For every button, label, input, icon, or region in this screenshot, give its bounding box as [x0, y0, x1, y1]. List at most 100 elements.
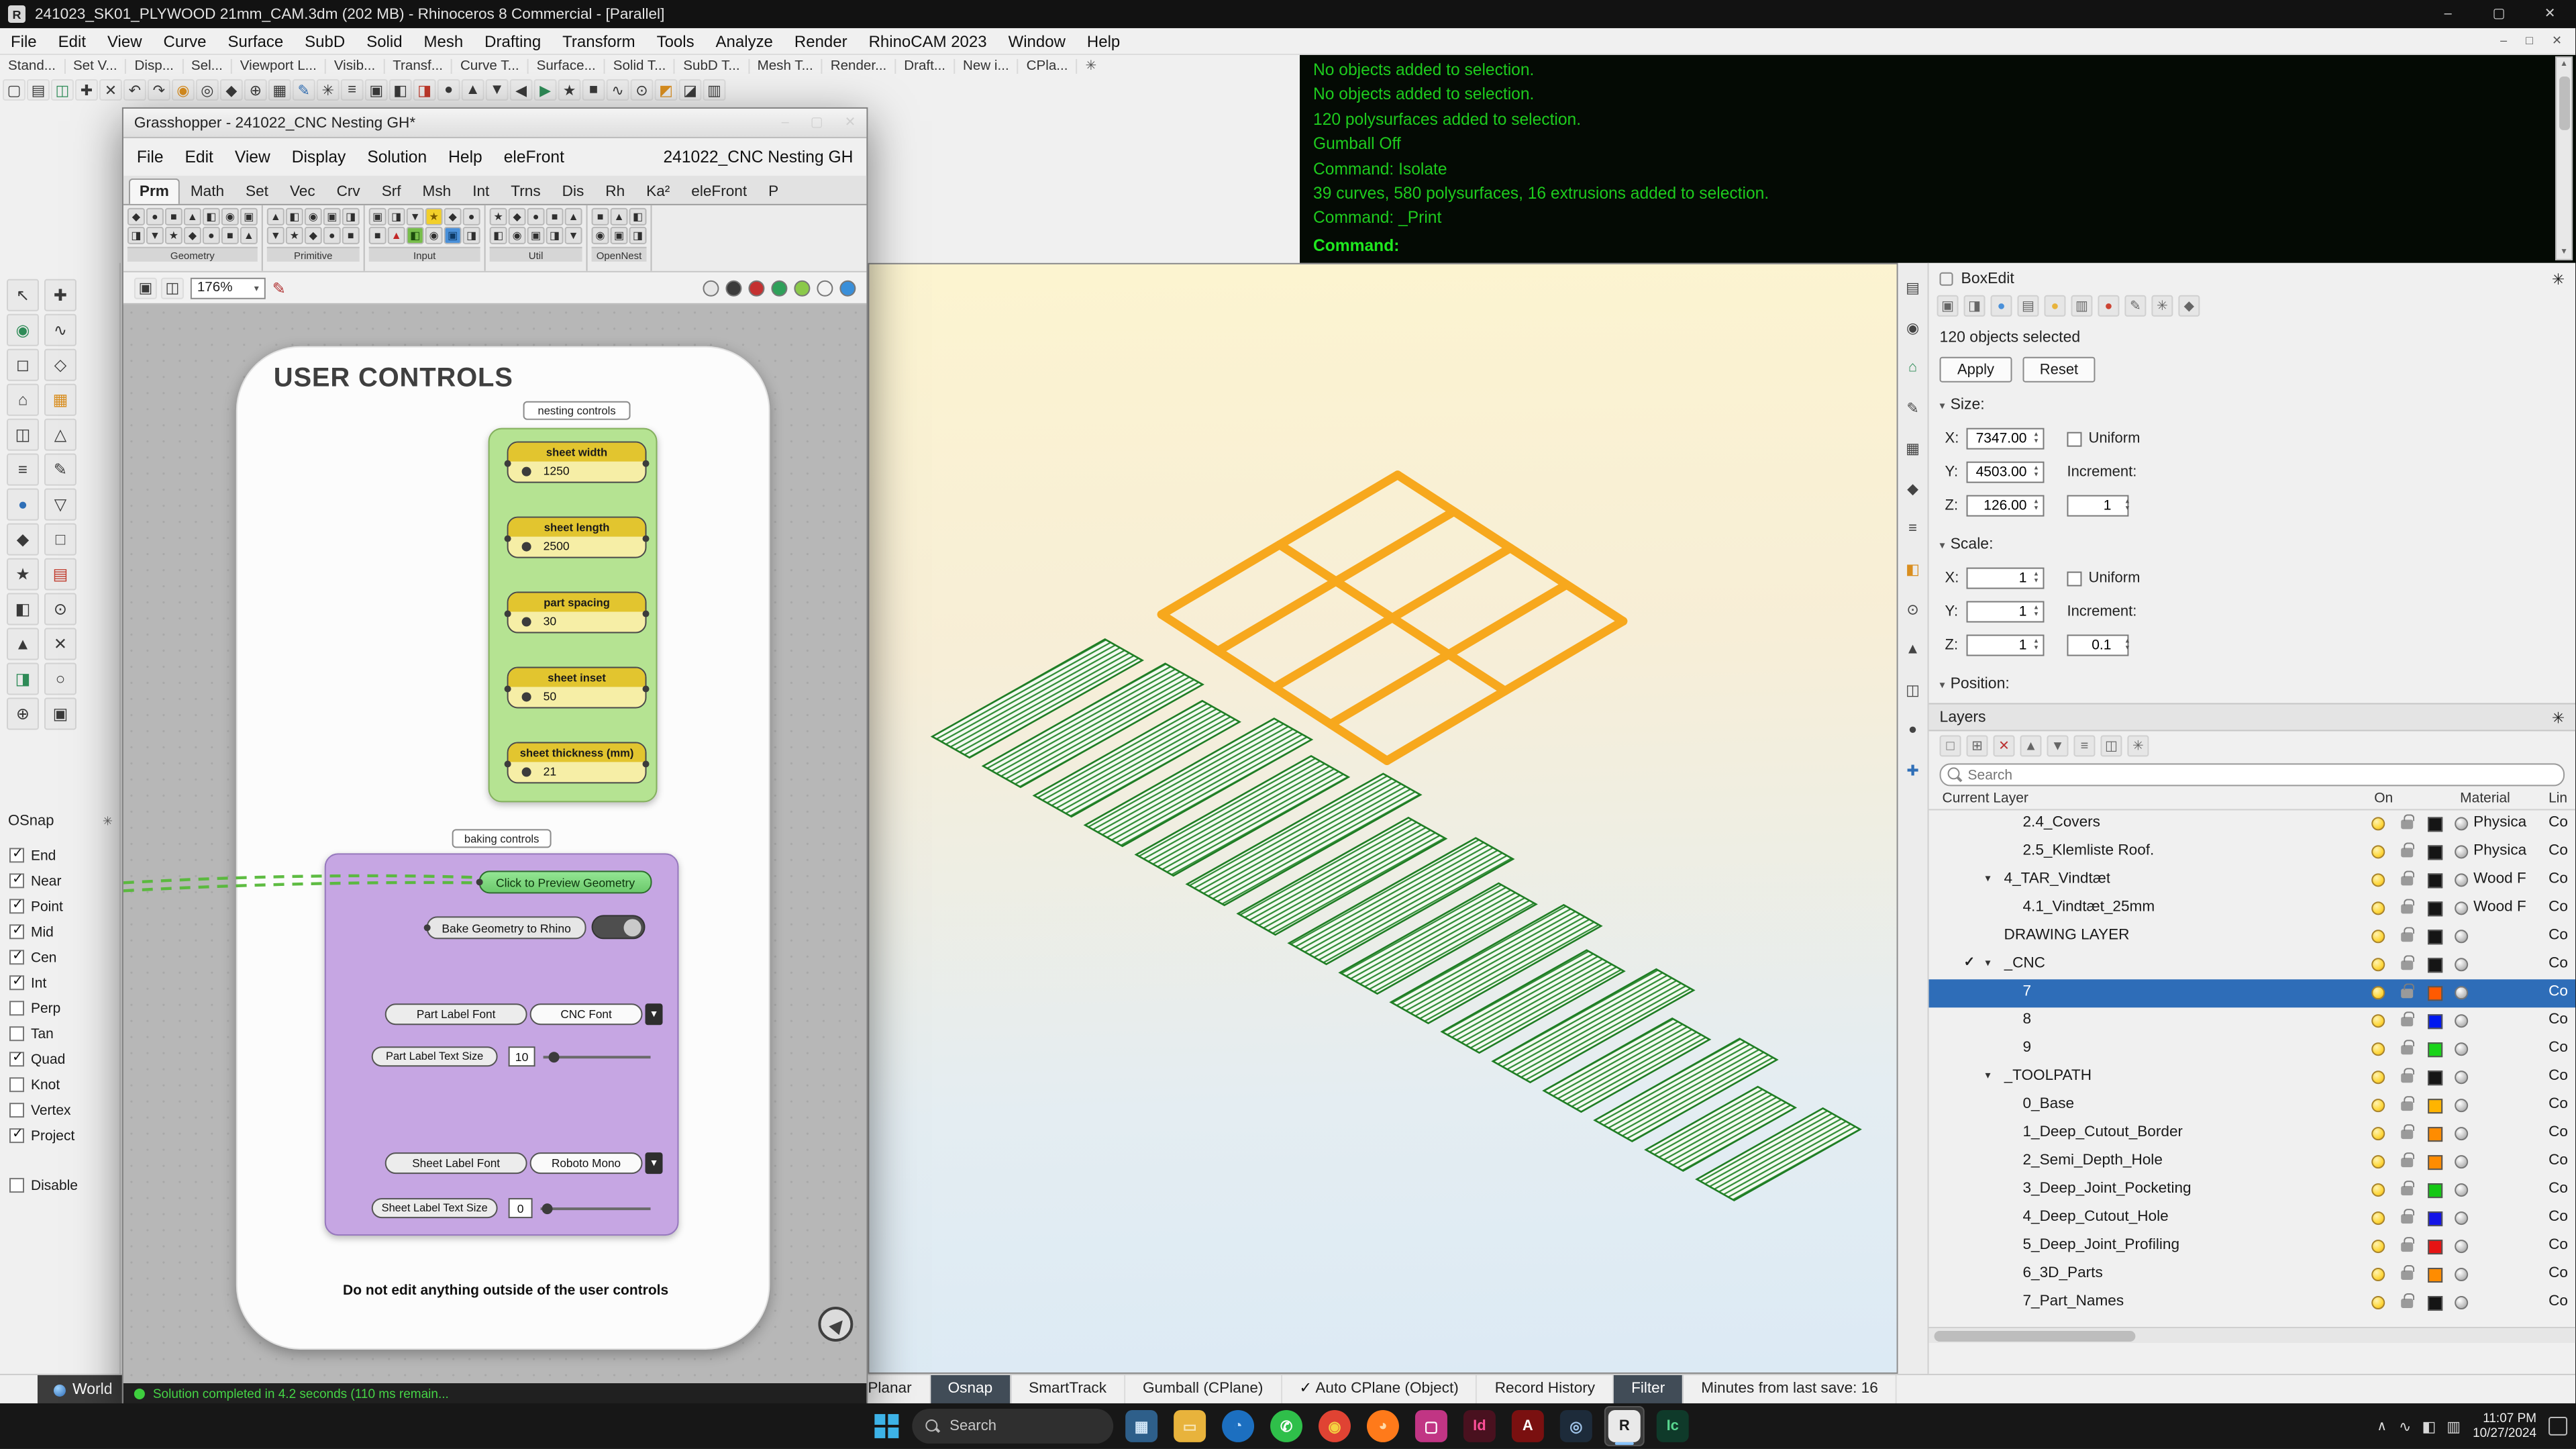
component-icon[interactable]: ◨ — [127, 227, 145, 244]
toolbar-icon[interactable]: ⊕ — [244, 79, 267, 101]
layers-tool-icon[interactable]: ≡ — [2073, 735, 2095, 756]
layer-lock-icon[interactable] — [2401, 1270, 2413, 1280]
bake-geometry-button[interactable]: Bake Geometry to Rhino — [427, 916, 586, 939]
toolbar-icon[interactable]: ≡ — [1902, 518, 1924, 540]
layer-color-swatch[interactable] — [2428, 817, 2442, 832]
palette-group-label[interactable]: Util — [490, 247, 582, 262]
component-icon[interactable]: ● — [146, 208, 164, 226]
component-icon[interactable]: ◨ — [388, 208, 405, 226]
gh-menu-item[interactable]: File — [137, 148, 164, 166]
bake-toggle[interactable] — [592, 915, 646, 939]
layer-material-icon[interactable] — [2455, 1155, 2468, 1168]
osnap-option[interactable]: Point — [0, 893, 121, 919]
osnap-option[interactable]: Knot — [0, 1072, 121, 1097]
sketch-pen-icon[interactable]: ✎ — [272, 279, 286, 297]
status-bar-item[interactable]: SmartTrack — [1011, 1375, 1125, 1405]
panel-tab-icon[interactable]: ▣ — [1937, 295, 1959, 317]
expand-arrow-icon[interactable] — [1986, 872, 1991, 884]
toolbar-tab[interactable]: Solid T... — [605, 59, 676, 74]
layer-on-bulb-icon[interactable] — [2371, 958, 2385, 971]
gh-category-tab[interactable]: Rh — [595, 179, 635, 204]
layer-row[interactable]: 4_TAR_Vindtæt Wood F Co — [1929, 866, 2576, 895]
toolbar-icon[interactable]: ▦ — [44, 384, 76, 416]
layer-lock-icon[interactable] — [2401, 989, 2413, 998]
layer-row[interactable]: 5_Deep_Joint_Profiling Co — [1929, 1233, 2576, 1261]
layer-name[interactable]: 2.4_Covers — [2022, 814, 2100, 830]
size-slider-track[interactable] — [541, 1207, 651, 1210]
layer-color-swatch[interactable] — [2428, 1127, 2442, 1142]
toolbar-gear-icon[interactable] — [1085, 59, 1096, 74]
layer-material-icon[interactable] — [2455, 1211, 2468, 1225]
toolbar-icon[interactable]: ◩ — [655, 79, 678, 101]
gh-category-tab[interactable]: Crv — [326, 179, 371, 204]
scale-y-spinner[interactable] — [2029, 601, 2043, 623]
osnap-disable-option[interactable]: Disable — [0, 1172, 121, 1198]
toolbar-icon[interactable]: ⊙ — [631, 79, 654, 101]
gh-menu-item[interactable]: Solution — [367, 148, 427, 166]
component-icon[interactable]: ◉ — [221, 208, 239, 226]
column-material[interactable]: Material — [2460, 790, 2510, 806]
menu-item[interactable]: Edit — [48, 32, 97, 50]
layer-row[interactable]: _CNC Co — [1929, 951, 2576, 979]
menu-item[interactable]: View — [97, 32, 153, 50]
rhino-icon[interactable]: R — [1604, 1406, 1645, 1446]
component-icon[interactable]: ■ — [369, 227, 387, 244]
scroll-up-icon[interactable]: ▲ — [2560, 58, 2568, 71]
part-label-font-value[interactable]: CNC Font — [530, 1003, 643, 1025]
panel-tab-icon[interactable]: ▤ — [2017, 295, 2039, 317]
layer-name[interactable]: 4_TAR_Vindtæt — [2004, 870, 2111, 887]
toolbar-icon[interactable]: ✎ — [293, 79, 315, 101]
layers-gear-icon[interactable] — [2552, 707, 2565, 726]
toolbar-tab[interactable]: CPla... — [1019, 59, 1078, 74]
component-icon[interactable]: ■ — [592, 208, 609, 226]
layer-color-swatch[interactable] — [2428, 901, 2442, 916]
toolbar-icon[interactable]: ▲ — [462, 79, 484, 101]
layer-name[interactable]: 5_Deep_Joint_Profiling — [2022, 1237, 2179, 1253]
osnap-checkbox[interactable] — [9, 924, 24, 939]
layer-lock-icon[interactable] — [2401, 960, 2413, 970]
edge-icon[interactable]: ◔ — [1218, 1406, 1258, 1446]
child-restore-icon[interactable] — [2526, 34, 2533, 48]
layer-row[interactable]: _TOOLPATH Co — [1929, 1064, 2576, 1092]
component-icon[interactable]: ★ — [286, 227, 303, 244]
toolbar-icon[interactable]: ◫ — [51, 79, 74, 101]
font-dropdown-icon[interactable] — [646, 1152, 663, 1174]
size-uniform-checkbox[interactable] — [2067, 432, 2081, 446]
toolbar-icon[interactable]: ⊙ — [1902, 599, 1924, 620]
display-mode-icon[interactable] — [839, 280, 856, 296]
toolbar-icon[interactable]: ◉ — [7, 314, 39, 346]
toolbar-icon[interactable]: ✚ — [1902, 759, 1924, 781]
component-icon[interactable]: ■ — [342, 227, 360, 244]
toolbar-icon[interactable]: ◧ — [7, 593, 39, 626]
menu-item[interactable]: File — [0, 32, 48, 50]
component-icon[interactable]: ◧ — [629, 208, 647, 226]
slider-track[interactable]: 50 — [509, 687, 646, 707]
notification-center-icon[interactable] — [2548, 1417, 2567, 1436]
toolbar-icon[interactable]: ✚ — [75, 79, 98, 101]
command-history-panel[interactable]: No objects added to selection.No objects… — [1300, 55, 2575, 263]
toolbar-tab[interactable]: Viewport L... — [232, 59, 326, 74]
layer-lock-icon[interactable] — [2401, 1158, 2413, 1167]
component-icon[interactable]: ◨ — [463, 227, 480, 244]
child-close-icon[interactable] — [2552, 34, 2562, 48]
component-icon[interactable]: ◆ — [509, 208, 526, 226]
toolbar-icon[interactable]: ◧ — [389, 79, 412, 101]
component-icon[interactable]: ◧ — [203, 208, 220, 226]
component-icon[interactable]: ■ — [546, 208, 564, 226]
toolbar-icon[interactable]: ⌂ — [7, 384, 39, 416]
toolbar-tab[interactable]: SubD T... — [675, 59, 749, 74]
number-slider[interactable]: sheet inset 50 — [507, 667, 647, 709]
toolbar-icon[interactable]: ◫ — [7, 419, 39, 451]
toolbar-tab[interactable]: Transf... — [384, 59, 452, 74]
toolbar-icon[interactable]: ⌂ — [1902, 357, 1924, 379]
osnap-option[interactable]: Near — [0, 868, 121, 893]
chrome-icon[interactable]: ◉ — [1315, 1406, 1355, 1446]
size-increment-input[interactable] — [2067, 495, 2128, 517]
toolbar-icon[interactable]: ▣ — [365, 79, 388, 101]
toolbar-icon[interactable]: ● — [437, 79, 460, 101]
panel-tab-icon[interactable]: ✎ — [2124, 295, 2146, 317]
component-icon[interactable]: ◆ — [184, 227, 201, 244]
osnap-option[interactable]: Int — [0, 970, 121, 995]
layer-row[interactable]: 1_Deep_Cutout_Border Co — [1929, 1120, 2576, 1148]
slider-track[interactable]: 1250 — [509, 462, 646, 482]
